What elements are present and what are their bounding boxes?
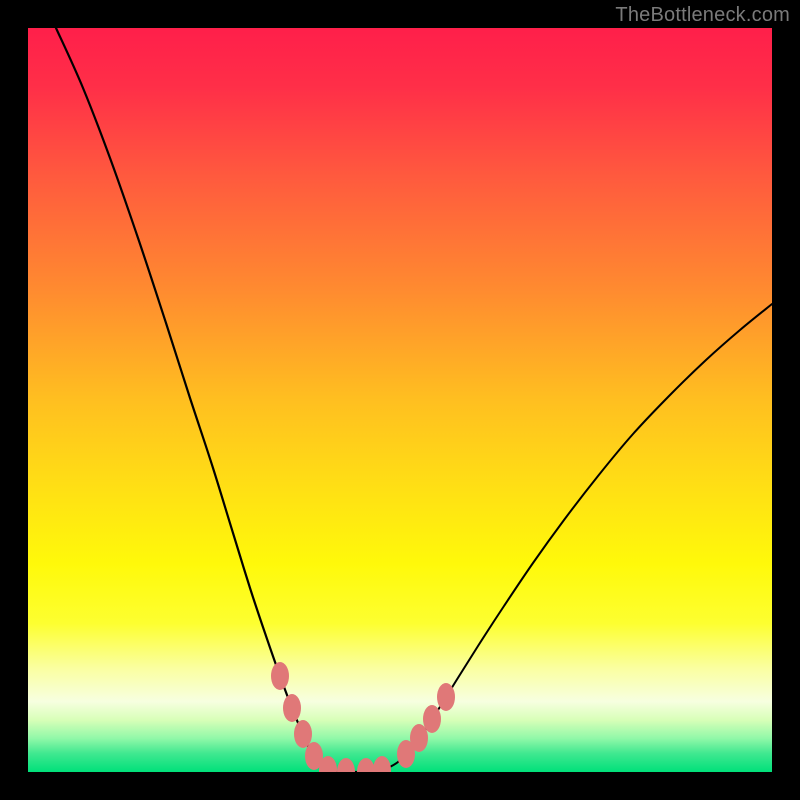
overlay-dot-left-2 <box>294 720 312 748</box>
overlay-dot-left-0 <box>271 662 289 690</box>
chart-svg <box>28 28 772 772</box>
overlay-dot-left-1 <box>283 694 301 722</box>
overlay-dot-right-3 <box>437 683 455 711</box>
overlay-dot-right-2 <box>423 705 441 733</box>
watermark-text: TheBottleneck.com <box>615 4 790 27</box>
plot-area <box>28 28 772 772</box>
chart-frame: TheBottleneck.com <box>0 0 800 800</box>
gradient-background <box>28 28 772 772</box>
